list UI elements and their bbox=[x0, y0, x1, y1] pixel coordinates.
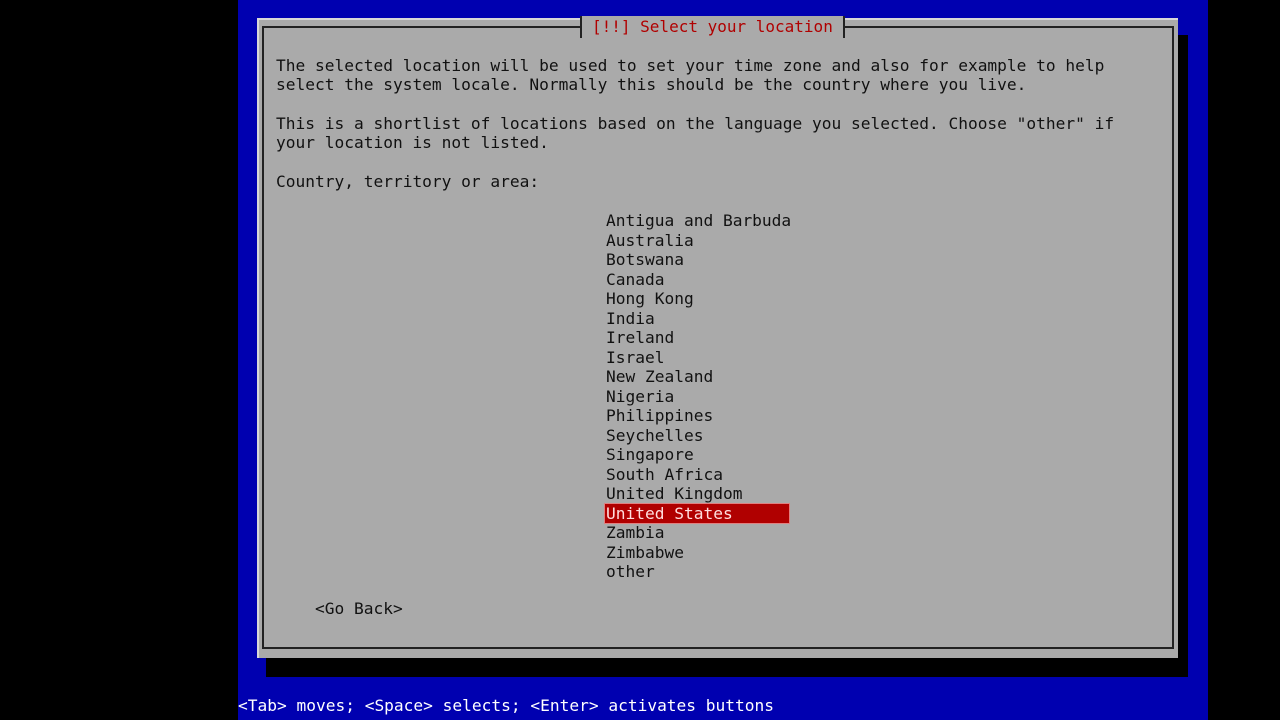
country-option[interactable]: Zimbabwe bbox=[605, 543, 789, 563]
country-option[interactable]: Philippines bbox=[605, 406, 789, 426]
dialog-title: [!!] Select your location bbox=[580, 16, 845, 38]
country-option[interactable]: Botswana bbox=[605, 250, 789, 270]
country-option-selected[interactable]: United States bbox=[604, 502, 790, 524]
country-option[interactable]: Seychelles bbox=[605, 426, 789, 446]
country-option[interactable]: South Africa bbox=[605, 465, 789, 485]
country-list[interactable]: Antigua and Barbuda Australia Botswana Cana… bbox=[604, 211, 791, 582]
country-option[interactable]: other bbox=[605, 562, 789, 582]
country-option[interactable]: India bbox=[605, 309, 789, 329]
country-option[interactable]: Hong Kong bbox=[605, 289, 789, 309]
go-back-button[interactable]: <Go Back> bbox=[315, 599, 403, 618]
country-option[interactable]: Ireland bbox=[605, 328, 789, 348]
country-option[interactable]: Israel bbox=[605, 348, 789, 368]
country-option[interactable]: Zambia bbox=[605, 523, 789, 543]
description-line-1: The selected location will be used to se… bbox=[276, 56, 1105, 75]
keyboard-hint: <Tab> moves; <Space> selects; <Enter> ac… bbox=[238, 696, 775, 715]
shortlist-line-2: your location is not listed. bbox=[276, 133, 549, 152]
description-line-2: select the system locale. Normally this … bbox=[276, 75, 1027, 94]
country-prompt: Country, territory or area: bbox=[276, 172, 540, 191]
country-option[interactable]: Singapore bbox=[605, 445, 789, 465]
country-option[interactable]: Antigua and Barbuda bbox=[605, 211, 791, 231]
country-option[interactable]: Australia bbox=[605, 231, 789, 251]
country-option[interactable]: Nigeria bbox=[605, 387, 789, 407]
country-option[interactable]: Canada bbox=[605, 270, 789, 290]
shortlist-line-1: This is a shortlist of locations based o… bbox=[276, 114, 1115, 133]
country-option[interactable]: New Zealand bbox=[605, 367, 789, 387]
country-option[interactable]: United Kingdom bbox=[605, 484, 789, 504]
